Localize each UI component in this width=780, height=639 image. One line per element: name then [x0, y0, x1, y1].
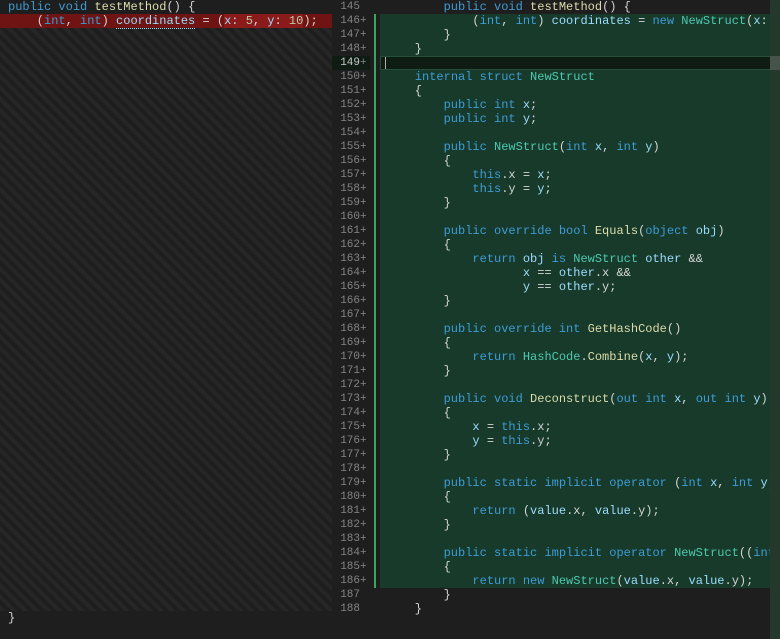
code-line: public void testMethod() {: [380, 0, 780, 14]
line-number[interactable]: 154+: [332, 126, 370, 140]
added-line: }: [380, 448, 780, 462]
line-number[interactable]: 183+: [332, 532, 370, 546]
line-number[interactable]: 147+: [332, 28, 370, 42]
added-line: }: [380, 518, 780, 532]
left-empty-line: [0, 625, 332, 639]
added-line: [380, 378, 780, 392]
line-number[interactable]: 186+: [332, 574, 370, 588]
added-line: [380, 532, 780, 546]
added-line: {: [380, 406, 780, 420]
diff-view[interactable]: public void testMethod() { (int, int) co…: [0, 0, 780, 639]
added-line: this.x = x;: [380, 168, 780, 182]
line-number[interactable]: 158+: [332, 182, 370, 196]
line-number[interactable]: 177+: [332, 448, 370, 462]
line-number[interactable]: 164+: [332, 266, 370, 280]
line-number[interactable]: 169+: [332, 336, 370, 350]
added-line: public static implicit operator NewStruc…: [380, 546, 780, 560]
line-number[interactable]: 182+: [332, 518, 370, 532]
added-line: }: [380, 28, 780, 42]
line-number[interactable]: 167+: [332, 308, 370, 322]
line-number[interactable]: 156+: [332, 154, 370, 168]
added-line: return HashCode.Combine(x, y);: [380, 350, 780, 364]
added-line: x == other.x &&: [380, 266, 780, 280]
added-line: public static implicit operator (int x, …: [380, 476, 780, 490]
added-line: public NewStruct(int x, int y): [380, 140, 780, 154]
added-line: {: [380, 490, 780, 504]
line-number[interactable]: 179+: [332, 476, 370, 490]
added-line: [380, 56, 780, 70]
added-line: public int x;: [380, 98, 780, 112]
line-number[interactable]: 145: [332, 0, 370, 14]
line-number[interactable]: 170+: [332, 350, 370, 364]
line-number[interactable]: 149+: [332, 56, 370, 70]
left-removed-line: (int, int) coordinates = (x: 5, y: 10);: [0, 14, 332, 28]
line-number[interactable]: 150+: [332, 70, 370, 84]
line-number[interactable]: 146+: [332, 14, 370, 28]
added-line: this.y = y;: [380, 182, 780, 196]
added-line: (int, int) coordinates = new NewStruct(x…: [380, 14, 780, 28]
text-cursor: [385, 57, 386, 69]
line-number[interactable]: 188: [332, 602, 370, 616]
line-number[interactable]: 148+: [332, 42, 370, 56]
code-area[interactable]: public void testMethod() { (int, int) co…: [380, 0, 780, 639]
added-line: }: [380, 42, 780, 56]
line-number[interactable]: 171+: [332, 364, 370, 378]
left-code-line: public void testMethod() {: [0, 0, 332, 14]
added-line: {: [380, 336, 780, 350]
line-number[interactable]: 159+: [332, 196, 370, 210]
left-code-line-bottom: }: [0, 611, 332, 625]
line-number[interactable]: 166+: [332, 294, 370, 308]
line-number[interactable]: 172+: [332, 378, 370, 392]
diff-left-pane[interactable]: public void testMethod() { (int, int) co…: [0, 0, 332, 639]
added-line: [380, 462, 780, 476]
added-line: y = this.y;: [380, 434, 780, 448]
line-number[interactable]: 155+: [332, 140, 370, 154]
diff-right-pane[interactable]: 145146+147+148+149+150+151+152+153+154+1…: [332, 0, 780, 639]
line-number[interactable]: 176+: [332, 434, 370, 448]
line-number[interactable]: 184+: [332, 546, 370, 560]
added-line: public override int GetHashCode(): [380, 322, 780, 336]
line-number[interactable]: 187: [332, 588, 370, 602]
line-number[interactable]: 175+: [332, 420, 370, 434]
added-line: [380, 210, 780, 224]
added-line: y == other.y;: [380, 280, 780, 294]
line-number[interactable]: 185+: [332, 560, 370, 574]
line-number[interactable]: 153+: [332, 112, 370, 126]
added-line: internal struct NewStruct: [380, 70, 780, 84]
line-number[interactable]: 162+: [332, 238, 370, 252]
line-number[interactable]: 160+: [332, 210, 370, 224]
added-line: [380, 126, 780, 140]
line-number[interactable]: 173+: [332, 392, 370, 406]
added-line: return new NewStruct(value.x, value.y);: [380, 574, 780, 588]
line-number-gutter[interactable]: 145146+147+148+149+150+151+152+153+154+1…: [332, 0, 374, 639]
line-number[interactable]: 178+: [332, 462, 370, 476]
added-line: }: [380, 196, 780, 210]
added-line: {: [380, 84, 780, 98]
line-number[interactable]: 165+: [332, 280, 370, 294]
added-line: {: [380, 154, 780, 168]
added-line: public override bool Equals(object obj): [380, 224, 780, 238]
added-line: [380, 308, 780, 322]
added-line: {: [380, 238, 780, 252]
line-number[interactable]: 152+: [332, 98, 370, 112]
added-line: return obj is NewStruct other &&: [380, 252, 780, 266]
added-line: }: [380, 364, 780, 378]
line-number[interactable]: 174+: [332, 406, 370, 420]
added-line: public void Deconstruct(out int x, out i…: [380, 392, 780, 406]
line-number[interactable]: 161+: [332, 224, 370, 238]
line-number[interactable]: 151+: [332, 84, 370, 98]
added-line: {: [380, 560, 780, 574]
line-number[interactable]: 180+: [332, 490, 370, 504]
code-line: }: [380, 602, 780, 616]
code-line: }: [380, 588, 780, 602]
added-line: x = this.x;: [380, 420, 780, 434]
added-line: }: [380, 294, 780, 308]
overview-ruler[interactable]: [770, 0, 780, 639]
added-line: return (value.x, value.y);: [380, 504, 780, 518]
line-number[interactable]: 157+: [332, 168, 370, 182]
line-number[interactable]: 168+: [332, 322, 370, 336]
added-line: public int y;: [380, 112, 780, 126]
line-number[interactable]: 181+: [332, 504, 370, 518]
line-number[interactable]: 163+: [332, 252, 370, 266]
